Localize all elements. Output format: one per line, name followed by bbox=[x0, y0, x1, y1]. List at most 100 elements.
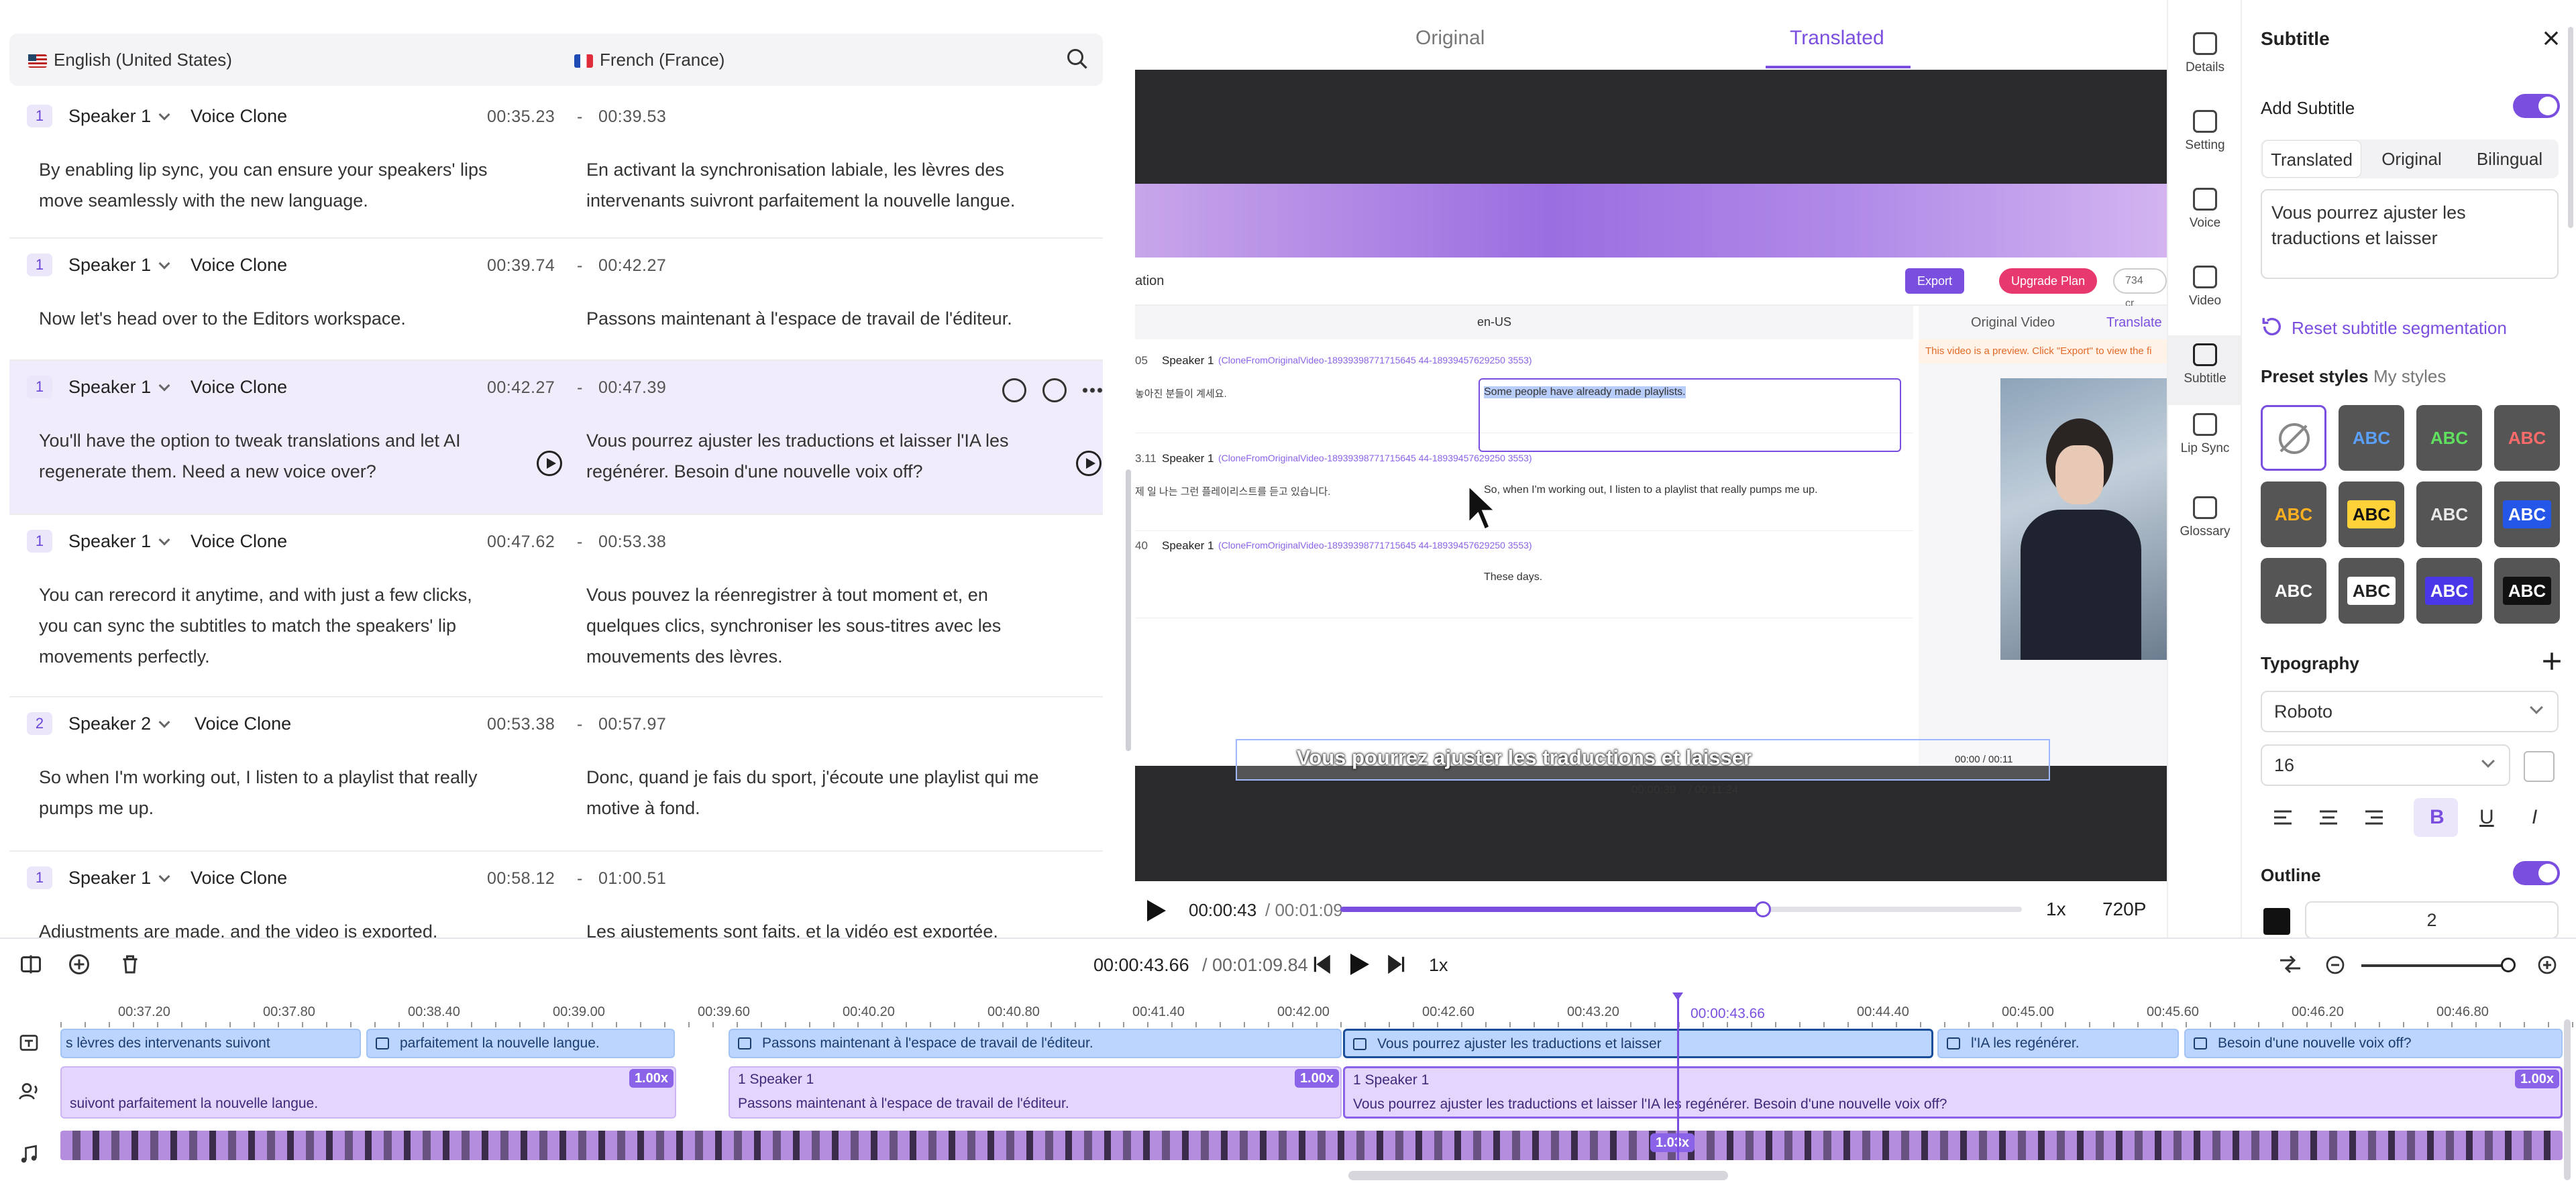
target-text[interactable]: Vous pouvez la réenregistrer à tout mome… bbox=[586, 579, 1096, 672]
voice-clip[interactable]: 1 Speaker 1 Passons maintenant à l'espace… bbox=[729, 1066, 1342, 1119]
target-text[interactable]: Donc, quand je fais du sport, j'écoute u… bbox=[586, 762, 1096, 823]
ai-regenerate-icon[interactable] bbox=[1002, 378, 1026, 402]
voice-type[interactable]: Voice Clone bbox=[195, 714, 291, 734]
source-text[interactable]: So when I'm working out, I listen to a p… bbox=[39, 762, 562, 823]
playhead-line[interactable] bbox=[1677, 995, 1679, 1160]
subtitle-clip[interactable]: parfaitement la nouvelle langue. bbox=[366, 1029, 675, 1058]
voice-clip[interactable]: 1 Speaker 1 Vous pourrez ajuster les trad… bbox=[1343, 1066, 2563, 1119]
font-color-swatch[interactable] bbox=[2524, 751, 2555, 782]
target-language[interactable]: French (France) bbox=[574, 50, 724, 70]
preset-style[interactable]: ABC bbox=[2339, 558, 2404, 624]
tab-translated[interactable]: Translated bbox=[1790, 27, 1884, 50]
add-icon[interactable] bbox=[2541, 650, 2563, 672]
rail-item-video[interactable]: Video bbox=[2168, 266, 2242, 308]
close-icon[interactable] bbox=[2542, 30, 2560, 47]
mode-original[interactable]: Original bbox=[2363, 140, 2461, 178]
tab-original[interactable]: Original bbox=[1415, 27, 1485, 50]
voice-type[interactable]: Voice Clone bbox=[191, 377, 287, 398]
align-center-button[interactable] bbox=[2306, 798, 2351, 837]
speaker-select[interactable]: Speaker 1 bbox=[68, 106, 170, 127]
preset-style[interactable]: ABC bbox=[2339, 405, 2404, 471]
timeline-vscroll[interactable] bbox=[2564, 1019, 2571, 1180]
rail-item-setting[interactable]: Setting bbox=[2168, 110, 2242, 153]
timeline-play-icon[interactable] bbox=[1348, 952, 1371, 976]
subtitle-text-field[interactable]: Vous pourrez ajuster les traductions et … bbox=[2261, 189, 2559, 279]
preset-style[interactable]: ABC bbox=[2494, 405, 2560, 471]
preset-style[interactable]: ABC bbox=[2416, 481, 2482, 547]
source-text[interactable]: Now let's head over to the Editors works… bbox=[39, 303, 562, 334]
zoom-slider[interactable] bbox=[2361, 964, 2512, 967]
source-text[interactable]: Adjustments are made, and the video is e… bbox=[39, 916, 562, 938]
timeline-scrollbar[interactable] bbox=[1348, 1171, 1728, 1180]
preset-style[interactable]: ABC bbox=[2494, 481, 2560, 547]
zoom-in-icon[interactable] bbox=[2537, 955, 2557, 975]
voice-type[interactable]: Voice Clone bbox=[191, 868, 287, 889]
my-styles-tab[interactable]: My styles bbox=[2373, 366, 2446, 387]
target-text[interactable]: Les ajustements sont faits, et la vidéo … bbox=[586, 916, 1096, 938]
segment-row[interactable]: 1 Speaker 1 Voice Clone 00:58.12 -01:00.51 Ad… bbox=[9, 852, 1103, 938]
voice-type[interactable]: Voice Clone bbox=[191, 531, 287, 552]
segment-row[interactable]: 1 Speaker 1 Voice Clone 00:47.62 -00:53.38 Yo… bbox=[9, 515, 1103, 697]
segment-row[interactable]: 1 Speaker 1 Voice Clone 00:35.23 -00:39.53 By… bbox=[9, 90, 1103, 239]
source-text[interactable]: You'll have the option to tweak translat… bbox=[39, 425, 562, 487]
next-icon[interactable] bbox=[1386, 954, 1407, 975]
outline-color-swatch[interactable] bbox=[2263, 908, 2290, 935]
segment-row[interactable]: 1 Speaker 1 Voice Clone 00:42.27 -00:47.39 Yo… bbox=[9, 361, 1103, 515]
outline-width-field[interactable]: 2 bbox=[2305, 901, 2559, 938]
subtitle-clip[interactable]: Passons maintenant à l'espace de travail… bbox=[729, 1029, 1342, 1058]
speaker-select[interactable]: Speaker 2 bbox=[68, 714, 170, 734]
source-language[interactable]: English (United States) bbox=[28, 50, 232, 70]
previous-icon[interactable] bbox=[1311, 954, 1332, 975]
speaker-select[interactable]: Speaker 1 bbox=[68, 255, 170, 276]
font-select[interactable]: Roboto bbox=[2261, 691, 2559, 732]
subtitle-clip[interactable]: s lèvres des intervenants suivont bbox=[60, 1029, 361, 1058]
split-icon[interactable] bbox=[19, 952, 43, 976]
search-icon[interactable] bbox=[1065, 47, 1089, 71]
rail-item-details[interactable]: Details bbox=[2168, 32, 2242, 75]
subtitle-clip[interactable]: Vous pourrez ajuster les traductions et … bbox=[1343, 1029, 1933, 1058]
voice-clip[interactable]: suivont parfaitement la nouvelle langue.… bbox=[60, 1066, 676, 1119]
video-progress-track[interactable] bbox=[1340, 901, 2022, 917]
preset-style[interactable]: ABC bbox=[2416, 405, 2482, 471]
add-subtitle-toggle[interactable] bbox=[2513, 94, 2560, 118]
align-left-button[interactable] bbox=[2261, 798, 2305, 837]
reset-icon[interactable] bbox=[2261, 315, 2284, 338]
source-text[interactable]: You can rerecord it anytime, and with ju… bbox=[39, 579, 562, 672]
segment-scrollbar[interactable] bbox=[1124, 0, 1132, 938]
mode-bilingual[interactable]: Bilingual bbox=[2461, 140, 2559, 178]
voice-wave-icon[interactable] bbox=[1042, 378, 1067, 402]
rail-item-subtitle[interactable]: Subtitle bbox=[2168, 335, 2242, 405]
preset-style[interactable]: ABC bbox=[2339, 481, 2404, 547]
panel-scrollbar[interactable] bbox=[2568, 27, 2573, 228]
more-icon[interactable] bbox=[1081, 388, 1103, 393]
subtitle-clip[interactable]: Besoin d'une nouvelle voix off? bbox=[2184, 1029, 2563, 1058]
play-icon[interactable] bbox=[1146, 899, 1167, 923]
rail-item-voice[interactable]: Voice bbox=[2168, 188, 2242, 231]
rail-item-lip-sync[interactable]: Lip Sync bbox=[2168, 413, 2242, 456]
target-text[interactable]: En activant la synchronisation labiale, … bbox=[586, 154, 1096, 216]
voice-type[interactable]: Voice Clone bbox=[191, 255, 287, 276]
segment-row[interactable]: 2 Speaker 2 Voice Clone 00:53.38 -00:57.97 So… bbox=[9, 697, 1103, 852]
source-text[interactable]: By enabling lip sync, you can ensure you… bbox=[39, 154, 562, 216]
target-text[interactable]: Vous pourrez ajuster les traductions et … bbox=[586, 425, 1096, 487]
scroll-thumb[interactable] bbox=[1126, 469, 1131, 751]
timeline-speed[interactable]: 1x bbox=[1429, 955, 1448, 976]
video-player[interactable]: ation Export Upgrade Plan 734 cr en-US 0… bbox=[1135, 70, 2167, 881]
video-progress-knob[interactable] bbox=[1754, 901, 1771, 917]
font-size-select[interactable]: 16 bbox=[2261, 744, 2510, 786]
mode-translated[interactable]: Translated bbox=[2262, 140, 2361, 178]
segment-row[interactable]: 1 Speaker 1 Voice Clone 00:39.74 -00:42.27 No… bbox=[9, 239, 1103, 361]
trash-icon[interactable] bbox=[118, 952, 142, 976]
outline-toggle[interactable] bbox=[2513, 861, 2560, 885]
voice-type[interactable]: Voice Clone bbox=[191, 106, 287, 127]
preset-styles-tab[interactable]: Preset styles bbox=[2261, 366, 2368, 387]
play-source-icon[interactable] bbox=[537, 451, 562, 476]
add-circle-icon[interactable] bbox=[67, 952, 91, 976]
preset-style[interactable]: ABC bbox=[2261, 558, 2326, 624]
speaker-select[interactable]: Speaker 1 bbox=[68, 531, 170, 552]
preset-style[interactable]: ABC bbox=[2494, 558, 2560, 624]
reset-segmentation-link[interactable]: Reset subtitle segmentation bbox=[2292, 318, 2507, 339]
underline-button[interactable]: U bbox=[2463, 798, 2508, 837]
align-right-button[interactable] bbox=[2352, 798, 2396, 837]
quality-selector[interactable]: 720P bbox=[2102, 899, 2146, 920]
